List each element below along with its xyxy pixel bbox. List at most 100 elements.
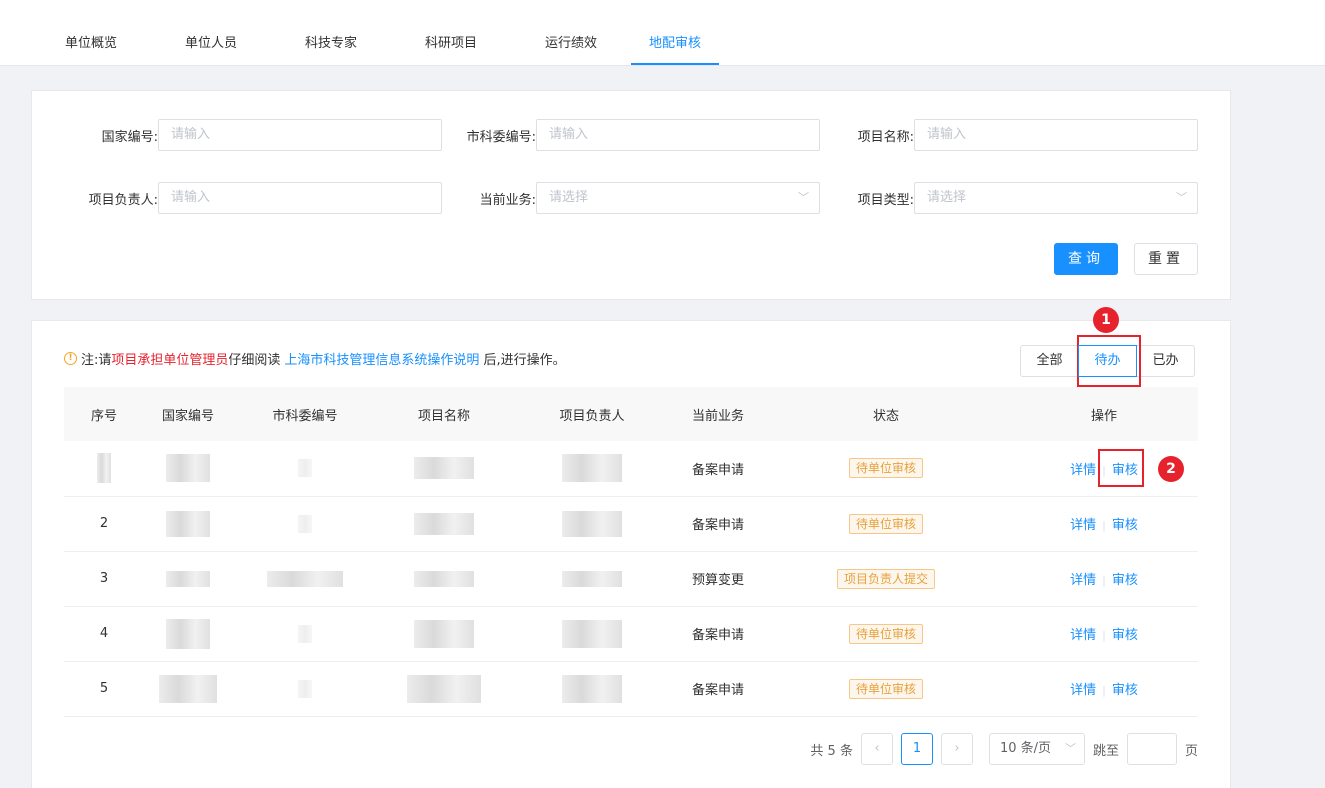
audit-table: 序号 国家编号 市科委编号 项目名称 项目负责人 当前业务 状态 操作 备案申请…	[64, 387, 1198, 717]
highlight-box-audit	[1098, 449, 1144, 487]
redacted-cell	[97, 453, 111, 484]
page-size-value: 10 条/页	[999, 741, 1052, 756]
row-status: 待单位审核	[762, 661, 1010, 716]
page-number-button[interactable]: 1	[900, 733, 933, 765]
redacted-cell	[166, 570, 210, 587]
divider: |	[1102, 684, 1106, 697]
page-size-select[interactable]: 10 条/页 ﹀	[988, 733, 1085, 765]
row-leader	[510, 606, 674, 661]
status-badge: 待单位审核	[848, 513, 923, 534]
row-city-no	[232, 661, 378, 716]
row-business: 备案申请	[691, 462, 744, 478]
note-highlight: 项目承担单位管理员	[111, 353, 229, 368]
redacted-cell	[414, 619, 474, 648]
header-national-no: 国家编号	[161, 408, 214, 424]
warning-icon: !	[64, 352, 77, 365]
row-actions: 详情 | 审核	[1010, 551, 1198, 606]
header-leader: 项目负责人	[559, 408, 625, 424]
redacted-cell	[166, 510, 210, 537]
tab-unit-overview[interactable]: 单位概览	[31, 22, 151, 65]
row-business: 备案申请	[691, 683, 744, 698]
audit-link[interactable]: 审核	[1112, 628, 1138, 643]
business-field: 当前业务: 请选择 ﹀	[444, 182, 820, 214]
leader-input[interactable]: 请输入	[158, 182, 442, 214]
table-row: 备案申请 待单位审核 详情 | 审核	[64, 441, 1198, 496]
header-city-no: 市科委编号	[272, 408, 338, 424]
redacted-cell	[562, 570, 622, 587]
detail-link[interactable]: 详情	[1070, 628, 1096, 643]
redacted-cell	[166, 618, 210, 649]
table-header: 序号 国家编号 市科委编号 项目名称 项目负责人 当前业务 状态 操作	[64, 387, 1198, 441]
tab-unit-staff[interactable]: 单位人员	[151, 22, 271, 65]
filter-done-button[interactable]: 已办	[1136, 345, 1195, 377]
tab-bar: 单位概览 单位人员 科技专家 科研项目 运行绩效 地配审核	[31, 22, 1325, 66]
row-national-no	[144, 496, 232, 551]
detail-link[interactable]: 详情	[1070, 573, 1096, 588]
row-index: 2	[99, 516, 109, 531]
prev-page-button[interactable]: ‹	[860, 733, 893, 765]
business-select-value: 请选择	[549, 190, 589, 205]
marker-1: 1	[1093, 307, 1119, 333]
chevron-down-icon: ﹀	[798, 191, 809, 204]
redacted-cell	[159, 674, 217, 703]
row-actions: 详情 | 审核	[1010, 496, 1198, 551]
row-business: 备案申请	[691, 628, 744, 643]
city-no-label: 市科委编号:	[466, 129, 536, 145]
detail-link[interactable]: 详情	[1070, 518, 1096, 533]
city-no-input[interactable]: 请输入	[536, 119, 820, 151]
row-project-name	[378, 661, 510, 716]
filter-panel: 国家编号: 请输入 市科委编号: 请输入 项目名称: 请输入 项目负责人: 请输…	[31, 90, 1231, 300]
business-select[interactable]: 请选择 ﹀	[536, 182, 820, 214]
filter-todo-button[interactable]: 待办	[1078, 345, 1137, 377]
row-city-no	[232, 606, 378, 661]
query-button[interactable]: 查询	[1054, 243, 1118, 275]
table-row: 5 备案申请 待单位审核 详情 | 审核	[64, 661, 1198, 716]
tab-research-projects[interactable]: 科研项目	[391, 22, 511, 65]
header-status: 状态	[872, 408, 899, 424]
header-business: 当前业务	[691, 408, 744, 424]
filter-all-button[interactable]: 全部	[1020, 345, 1079, 377]
redacted-cell	[298, 514, 312, 533]
note-middle: 仔细阅读	[228, 353, 281, 368]
detail-link[interactable]: 详情	[1070, 463, 1096, 478]
list-panel: ! 注:请 项目承担单位管理员 仔细阅读 上海市科技管理信息系统操作说明 后,进…	[31, 307, 1231, 788]
jump-input[interactable]	[1126, 733, 1177, 765]
tab-tech-experts[interactable]: 科技专家	[271, 22, 391, 65]
project-name-input[interactable]: 请输入	[914, 119, 1198, 151]
row-leader	[510, 661, 674, 716]
redacted-cell	[267, 570, 343, 587]
tab-performance[interactable]: 运行绩效	[511, 22, 631, 65]
top-bar: 单位概览 单位人员 科技专家 科研项目 运行绩效 地配审核	[0, 0, 1325, 66]
redacted-cell	[562, 619, 622, 648]
redacted-cell	[407, 674, 481, 703]
row-index: 5	[99, 681, 109, 696]
leader-field: 项目负责人: 请输入	[62, 182, 442, 214]
audit-link[interactable]: 审核	[1112, 573, 1138, 588]
row-city-no	[232, 551, 378, 606]
leader-label: 项目负责人:	[88, 192, 158, 208]
audit-link[interactable]: 审核	[1112, 683, 1138, 698]
type-label: 项目类型:	[857, 192, 914, 208]
manual-link[interactable]: 上海市科技管理信息系统操作说明	[284, 349, 479, 368]
table-row: 3 预算变更 项目负责人提交 详情 | 审核	[64, 551, 1198, 606]
type-select-value: 请选择	[927, 190, 967, 205]
tab-local-audit[interactable]: 地配审核	[631, 22, 719, 65]
total-count: 共 5 条	[810, 743, 853, 759]
row-index	[64, 441, 144, 496]
next-page-button[interactable]: ›	[940, 733, 973, 765]
row-leader	[510, 496, 674, 551]
row-actions: 详情 | 审核	[1010, 606, 1198, 661]
audit-link[interactable]: 审核	[1112, 518, 1138, 533]
chevron-down-icon: ﹀	[1064, 742, 1076, 755]
note-suffix: 后,进行操作。	[483, 353, 566, 368]
row-project-name	[378, 496, 510, 551]
jump-label: 跳至	[1092, 743, 1119, 759]
reset-button[interactable]: 重置	[1134, 243, 1198, 275]
redacted-cell	[298, 624, 312, 643]
detail-link[interactable]: 详情	[1070, 683, 1096, 698]
header-project-name: 项目名称	[417, 408, 470, 424]
redacted-cell	[166, 454, 210, 483]
redacted-cell	[414, 570, 474, 587]
type-select[interactable]: 请选择 ﹀	[914, 182, 1198, 214]
national-no-input[interactable]: 请输入	[158, 119, 442, 151]
